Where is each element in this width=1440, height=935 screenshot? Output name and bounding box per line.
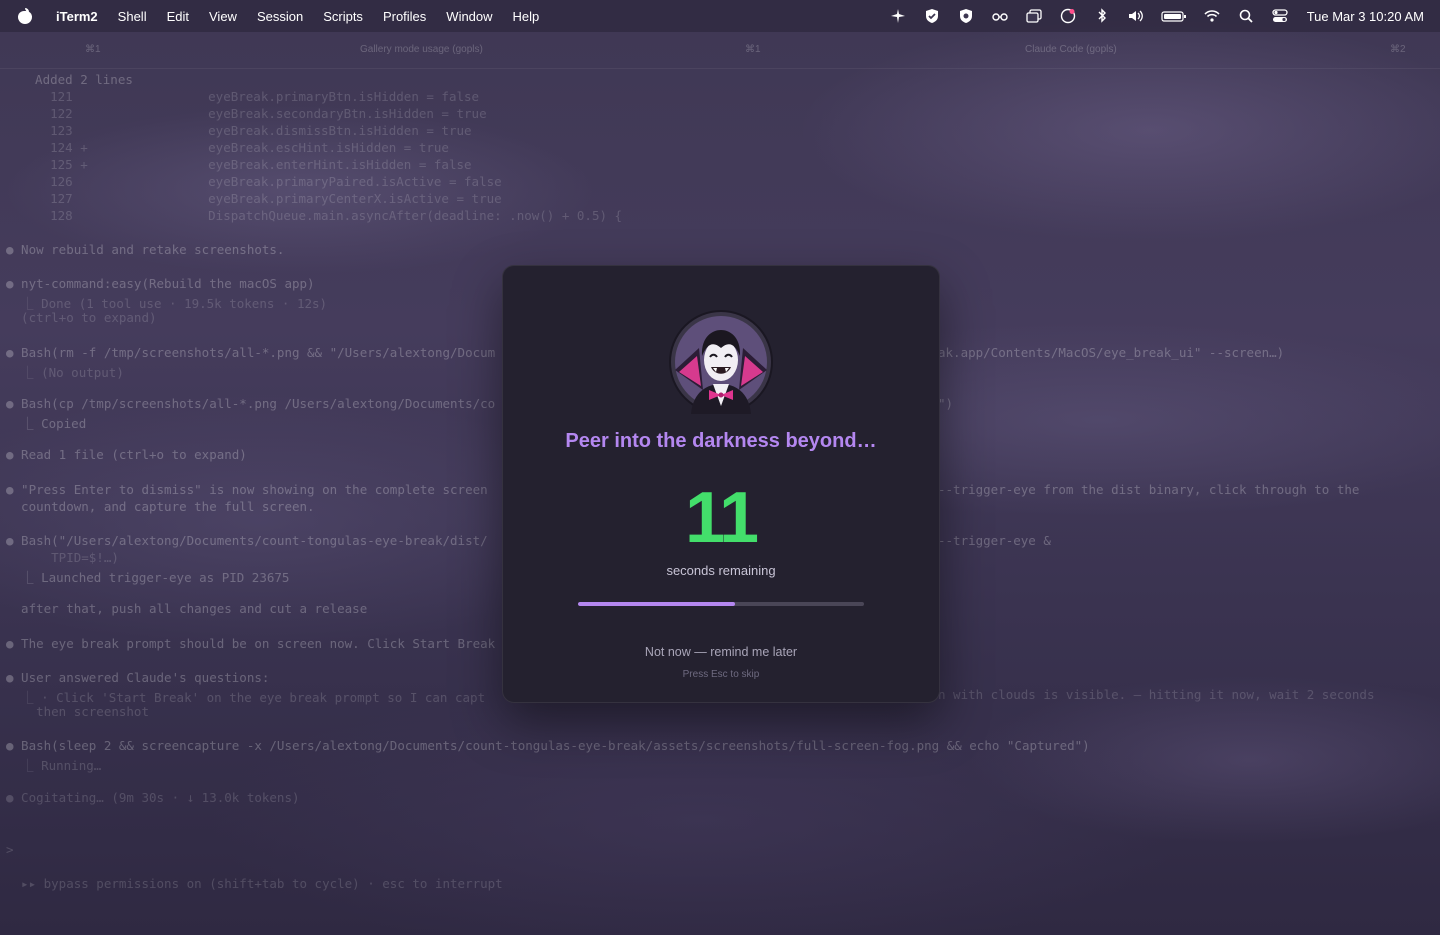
terminal-line: 124 + eyeBreak.escHint.isHidden = true [20, 140, 449, 155]
menu-window[interactable]: Window [446, 9, 492, 24]
terminal-line: (ctrl+o to expand) [6, 310, 157, 325]
terminal-line: then screenshot [6, 704, 149, 719]
control-center-icon[interactable] [1271, 7, 1289, 25]
terminal-line: ") [938, 396, 954, 411]
terminal-line: --trigger-eye & [938, 533, 1051, 548]
menu-bar: iTerm2 Shell Edit View Session Scripts P… [0, 0, 1440, 32]
terminal-line: ▸▸ bypass permissions on (shift+tab to c… [6, 876, 503, 891]
tab-shortcut-2[interactable]: ⌘2 [1390, 44, 1406, 55]
tab-claude-code[interactable]: Claude Code (gopls) [1025, 44, 1117, 55]
search-icon[interactable] [1237, 7, 1255, 25]
terminal-line: 127 eyeBreak.primaryCenterX.isActive = t… [20, 191, 502, 206]
countdown-progress-bar [578, 602, 864, 606]
countdown-number: 11 [684, 478, 759, 558]
terminal-line: ⎿ Running… [6, 758, 102, 773]
terminal-line: Added 2 lines [20, 72, 133, 87]
terminal-line: 126 eyeBreak.primaryPaired.isActive = fa… [20, 174, 502, 189]
terminal-line: n with clouds is visible. — hitting it n… [938, 687, 1375, 702]
terminal-line: 128 DispatchQueue.main.asyncAfter(deadli… [20, 208, 623, 223]
terminal-line: ● User answered Claude's questions: [6, 670, 270, 685]
terminal-line: ● nyt-command:easy(Rebuild the macOS app… [6, 276, 315, 291]
terminal-line: TPID=$!…) [6, 550, 119, 565]
eye-break-dialog: Peer into the darkness beyond… 11 second… [502, 265, 940, 703]
terminal-line: after that, push all changes and cut a r… [6, 601, 368, 616]
terminal-line: --trigger-eye from the dist binary, clic… [938, 482, 1360, 497]
terminal-line: ⎿ (No output) [6, 365, 124, 380]
break-headline: Peer into the darkness beyond… [565, 430, 877, 452]
terminal-line: ● Bash(sleep 2 && screencapture -x /User… [6, 738, 1090, 753]
terminal-line: ⎿ Copied [6, 416, 87, 431]
countdown-label: seconds remaining [666, 563, 776, 578]
terminal-line: 121 eyeBreak.primaryBtn.isHidden = false [20, 89, 480, 104]
shield-check-icon[interactable] [923, 7, 941, 25]
bluetooth-icon[interactable] [1093, 7, 1111, 25]
terminal-line: ● Bash(rm -f /tmp/screenshots/all-*.png … [6, 345, 496, 360]
vampire-mascot-icon [669, 310, 773, 414]
terminal-line: 122 eyeBreak.secondaryBtn.isHidden = tru… [20, 106, 487, 121]
tab-shortcut-1b[interactable]: ⌘1 [745, 44, 761, 55]
terminal-line: ● Cogitating… (9m 30s · ↓ 13.0k tokens) [6, 790, 300, 805]
menu-app-name[interactable]: iTerm2 [56, 9, 98, 24]
esc-skip-hint: Press Esc to skip [682, 669, 760, 680]
window-stack-icon[interactable] [1025, 7, 1043, 25]
terminal-line: ● The eye break prompt should be on scre… [6, 636, 496, 651]
terminal-line: > [6, 842, 14, 857]
menu-profiles[interactable]: Profiles [383, 9, 426, 24]
wifi-icon[interactable] [1203, 7, 1221, 25]
menu-session[interactable]: Session [257, 9, 303, 24]
menu-help[interactable]: Help [513, 9, 540, 24]
terminal-line: ● Bash(cp /tmp/screenshots/all-*.png /Us… [6, 396, 496, 411]
terminal-line: countdown, and capture the full screen. [6, 499, 315, 514]
terminal-line: ● "Press Enter to dismiss" is now showin… [6, 482, 488, 497]
menu-clock[interactable]: Tue Mar 3 10:20 AM [1307, 9, 1424, 24]
battery-icon[interactable] [1161, 7, 1187, 25]
menu-scripts[interactable]: Scripts [323, 9, 363, 24]
terminal-line: 125 + eyeBreak.enterHint.isHidden = fals… [20, 157, 472, 172]
terminal-tab-bar: ⌘1 Gallery mode usage (gopls) ⌘1 Claude … [0, 32, 1440, 69]
apple-menu-icon[interactable] [18, 8, 32, 24]
menu-view[interactable]: View [209, 9, 237, 24]
countdown-progress-fill [578, 602, 736, 606]
remind-later-link[interactable]: Not now — remind me later [503, 645, 939, 659]
airplane-icon[interactable] [889, 7, 907, 25]
glasses-icon[interactable] [991, 7, 1009, 25]
terminal-line: ak.app/Contents/MacOS/eye_break_ui" --sc… [938, 345, 1285, 360]
account-badge-icon[interactable] [1059, 7, 1077, 25]
terminal-line: 123 eyeBreak.dismissBtn.isHidden = true [20, 123, 472, 138]
terminal-line: ● Now rebuild and retake screenshots. [6, 242, 285, 257]
menu-shell[interactable]: Shell [118, 9, 147, 24]
menu-edit[interactable]: Edit [167, 9, 189, 24]
terminal-line: ● Bash("/Users/alextong/Documents/count-… [6, 533, 488, 548]
shield-icon[interactable] [957, 7, 975, 25]
terminal-line: ⎿ Launched trigger-eye as PID 23675 [6, 570, 290, 585]
volume-icon[interactable] [1127, 7, 1145, 25]
tab-gallery-mode[interactable]: Gallery mode usage (gopls) [360, 44, 483, 55]
terminal-line: ● Read 1 file (ctrl+o to expand) [6, 447, 247, 462]
tab-shortcut-1[interactable]: ⌘1 [85, 44, 101, 55]
